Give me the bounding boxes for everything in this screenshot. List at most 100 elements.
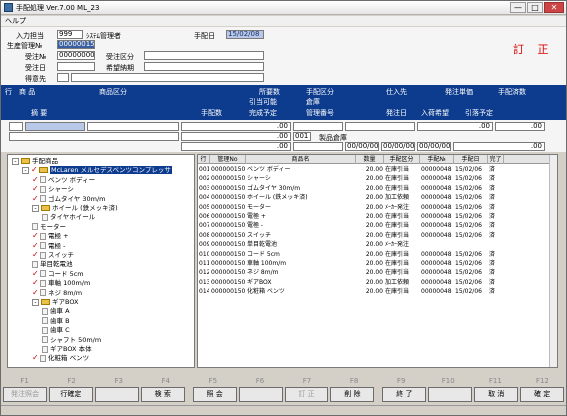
function-button[interactable] <box>238 387 283 402</box>
table-row[interactable]: 00900000015011単目乾電池 20.00ﾒｰｶｰ発注 <box>198 240 557 249</box>
table-row[interactable]: 01400000015011化粧箱 ベンツ 20.00在庫引当 0000004815… <box>198 287 557 296</box>
soko-code-field[interactable]: 001 <box>293 132 311 141</box>
tree-node[interactable]: ✓ ゴムタイヤ 30m/m <box>32 194 106 203</box>
tehaizumi-field[interactable]: .00 <box>495 122 545 131</box>
kibo-field[interactable] <box>144 62 264 71</box>
grid-column-header[interactable]: 手配区分 <box>384 155 420 164</box>
table-row[interactable]: 01000000015011コード 5cm 20.00在庫引当 0000004815… <box>198 250 557 259</box>
function-button[interactable]: 照 会 <box>192 387 237 402</box>
tree-node[interactable]: ✓ ベンツ ボディー <box>32 175 95 184</box>
nyuka-field[interactable]: 00/00/00 <box>381 142 415 151</box>
tree-node[interactable]: - ✓ McLaren メルセデスベンツコンプレッサ <box>22 166 172 175</box>
function-button[interactable]: 発注照会 <box>3 387 47 402</box>
hdr-kanri-no: 管理番号 <box>306 109 334 117</box>
tekiyo-field[interactable] <box>9 132 179 141</box>
tree-expander-icon[interactable]: - <box>32 298 39 306</box>
grid-column-header[interactable]: 行 <box>198 155 210 164</box>
table-cell: 済 <box>489 288 496 296</box>
seisan-field[interactable]: 00000015 <box>57 40 95 49</box>
grid-column-header[interactable]: 商品名 <box>246 155 356 164</box>
tree-node[interactable]: モーター <box>32 223 66 231</box>
tree-node[interactable]: 歯車 C <box>42 326 70 334</box>
table-row[interactable]: 00100000015011ベンツ ボディー 20.00在庫引当 000000481… <box>198 165 557 174</box>
tokuisaki-code-field[interactable] <box>57 73 69 82</box>
table-row[interactable]: 00300000015011ゴムタイヤ 30m/m 20.00在庫引当 000000… <box>198 184 557 193</box>
function-button[interactable]: 取 消 <box>474 387 519 402</box>
hikiotoshi-field[interactable]: 00/00/00 <box>417 142 451 151</box>
nyuryoku-code-field[interactable]: 999 <box>57 30 83 39</box>
tehaisu-field[interactable]: .00 <box>181 142 291 151</box>
function-button[interactable]: 確 定 <box>520 387 565 402</box>
menu-help[interactable]: ヘルプ <box>5 17 26 25</box>
juchu-no-field[interactable]: 00000000 <box>57 51 95 60</box>
function-button[interactable] <box>428 387 473 402</box>
function-button[interactable]: 検 索 <box>140 387 185 402</box>
tree-expander-icon[interactable]: - <box>32 204 39 212</box>
tokuisaki-name-field[interactable] <box>71 73 264 82</box>
tree-node[interactable]: ✓ 化粧箱 ベンツ <box>32 354 89 363</box>
tree-node[interactable]: ✓ 電極 - <box>32 241 65 250</box>
tree-node[interactable]: ✓ コード 5cm <box>32 269 84 278</box>
tree-node[interactable]: タイヤホイール <box>42 213 95 221</box>
juchubi-field[interactable] <box>57 62 95 71</box>
function-button[interactable]: 訂 正 <box>284 387 329 402</box>
detail-grid[interactable]: 行管理No商品名数量手配区分手配№手配日完了 00100000015011ベンツ… <box>197 154 558 368</box>
tree-node[interactable]: - 手配商品 <box>12 157 58 165</box>
tree-node[interactable]: 単目乾電池 <box>32 260 73 268</box>
tree-node[interactable]: - ギアBOX <box>32 298 79 306</box>
table-row[interactable]: 01300000015011ギアBOX 20.00加工依頼 0000004815/0… <box>198 278 557 287</box>
hdr-gyo: 行 <box>5 88 12 96</box>
shoyosu-field[interactable]: .00 <box>181 122 291 131</box>
product-tree[interactable]: - 手配商品 - ✓ McLaren メルセデスベンツコンプレッサ ✓ ベンツ ボディー ✓ シ… <box>7 154 195 368</box>
grid-column-header[interactable]: 手配№ <box>420 155 454 164</box>
function-button[interactable]: 削 除 <box>330 387 375 402</box>
table-row[interactable]: 01100000015011車軸 100m/m 20.00在庫引当 00000048… <box>198 259 557 268</box>
gyo-field[interactable] <box>9 122 23 131</box>
kanri-no-field[interactable] <box>293 142 343 151</box>
function-button[interactable] <box>94 387 139 402</box>
tree-node[interactable]: ✓ ネジ 8m/m <box>32 288 82 297</box>
minimize-button[interactable]: — <box>510 2 526 13</box>
hikiate-field[interactable]: .00 <box>181 132 291 141</box>
tree-node[interactable]: ✓ スイッチ <box>32 251 74 260</box>
table-cell: 002 <box>199 175 209 183</box>
tehai-kubun-select[interactable] <box>293 122 343 131</box>
table-row[interactable]: 00700000015011電極 - 20.00在庫引当 0000004815/02… <box>198 221 557 230</box>
tree-node[interactable]: 歯車 A <box>42 307 70 315</box>
table-cell: 15/02/06 <box>455 194 482 202</box>
tree-expander-icon[interactable]: - <box>22 166 29 174</box>
close-button[interactable]: ✕ <box>544 2 564 13</box>
table-cell: 008 <box>199 231 209 239</box>
grid-column-header[interactable]: 完了 <box>488 155 504 164</box>
table-row[interactable]: 00800000015011スイッチ 20.00在庫引当 0000004815/02… <box>198 231 557 240</box>
grid-column-header[interactable]: 手配日 <box>454 155 488 164</box>
tree-node[interactable]: ✓ シャーシ <box>32 185 74 194</box>
tree-node[interactable]: ✓ 車軸 100m/m <box>32 279 90 288</box>
fkey-labels: F1 F2 F3 F4 F5 F6 F7 F8 F9 F10 F11 F12 <box>1 376 566 386</box>
tree-node[interactable]: ギアBOX 本体 <box>42 345 92 353</box>
juchu-kubun-field[interactable] <box>144 51 264 60</box>
shohin-kubun-field[interactable] <box>87 122 179 131</box>
tehaibi-field[interactable]: 15/02/08 <box>226 30 264 39</box>
table-row[interactable]: 00400000015011ホイール (鉄メッキ済) 20.00加工依頼 00000… <box>198 193 557 202</box>
grid-column-header[interactable]: 数量 <box>356 155 384 164</box>
tree-node[interactable]: - ホイール (鉄メッキ済) <box>32 204 118 212</box>
tree-node[interactable]: 歯車 B <box>42 317 70 325</box>
tree-node[interactable]: シャフト 50m/m <box>42 336 101 344</box>
table-row[interactable]: 00200000015011シャーシ 20.00在庫引当 0000004815/02… <box>198 174 557 183</box>
qty4-field[interactable]: .00 <box>453 142 545 151</box>
function-button[interactable]: 行確定 <box>48 387 93 402</box>
shohin-field[interactable] <box>25 122 85 131</box>
table-row[interactable]: 01200000015011ネジ 8m/m 20.00在庫引当 0000004815… <box>198 268 557 277</box>
table-row[interactable]: 00500000015011モーター 20.00ﾒｰｶｰ発注 0000004815/… <box>198 203 557 212</box>
tree-node[interactable]: ✓ 電極 + <box>32 232 69 241</box>
table-row[interactable]: 00600000015011電極 + 20.00在庫引当 0000004815/02… <box>198 212 557 221</box>
function-button[interactable]: 終 了 <box>382 387 427 402</box>
shiiresaki-field[interactable] <box>345 122 415 131</box>
maximize-button[interactable]: □ <box>527 2 543 13</box>
hatchu-tanka-field[interactable]: .00 <box>417 122 493 131</box>
hatchubi-field[interactable]: 00/00/00 <box>345 142 379 151</box>
grid-column-header[interactable]: 管理No <box>210 155 246 164</box>
table-cell: 012 <box>199 269 209 277</box>
tree-expander-icon[interactable]: - <box>12 157 19 165</box>
